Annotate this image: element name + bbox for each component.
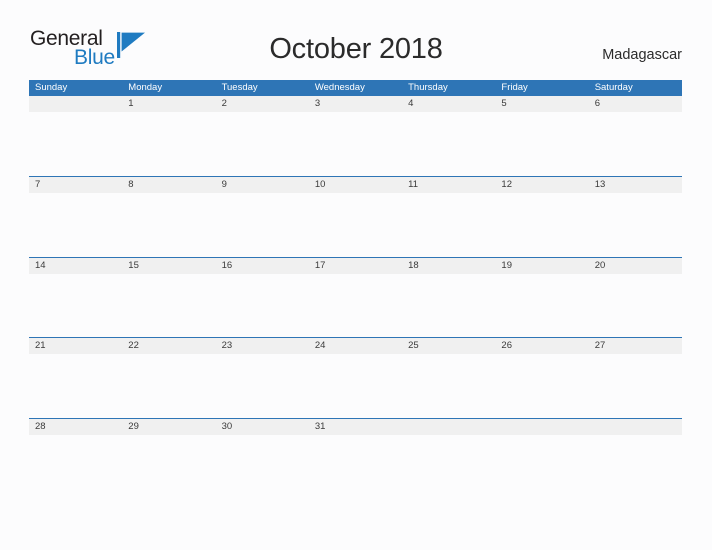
day-number: 20 <box>594 259 606 271</box>
day-number: 31 <box>314 421 326 433</box>
calendar-week-row: 7 8 9 10 11 12 13 <box>29 175 682 257</box>
day-number: 8 <box>128 178 134 190</box>
calendar-day-cell[interactable]: 10 <box>308 175 403 257</box>
day-number: 4 <box>408 98 414 109</box>
country-label: Madagascar <box>602 47 682 63</box>
day-number: 2 <box>221 98 227 109</box>
weekday-header-wednesday: Wednesday <box>314 82 365 93</box>
day-number: 6 <box>594 98 600 109</box>
calendar-day-cell[interactable]: 11 <box>402 175 496 257</box>
day-number: 12 <box>501 178 512 190</box>
day-number: 16 <box>221 259 233 271</box>
calendar-grid: Sunday Monday Tuesday Wednesday Thursday Frid… <box>29 80 682 499</box>
weekday-header-thursday: Thursday <box>408 82 448 93</box>
weekday-header-saturday: Saturday <box>594 82 633 93</box>
day-number: 14 <box>35 259 46 271</box>
day-number: 21 <box>35 340 46 352</box>
calendar-day-cell[interactable]: 7 <box>29 175 123 257</box>
weekday-header-row: Sunday Monday Tuesday Wednesday Thursday Frid… <box>29 80 682 95</box>
weekday-header-friday: Friday <box>501 82 528 93</box>
calendar-day-cell[interactable]: 25 <box>402 337 496 418</box>
page-header: General Blue October 2018 Madagascar <box>0 0 712 78</box>
day-number: 23 <box>221 340 233 352</box>
calendar-day-cell[interactable]: 6 <box>588 95 682 176</box>
day-number-band <box>588 96 682 112</box>
calendar-day-cell[interactable]: 23 <box>215 337 309 418</box>
day-number-band <box>215 176 309 193</box>
day-number: 17 <box>314 259 326 271</box>
calendar-week-row: 1 2 3 4 5 6 <box>29 95 682 176</box>
calendar-day-cell[interactable]: 29 <box>122 418 216 499</box>
calendar-day-cell[interactable]: 14 <box>29 256 123 338</box>
day-number: 13 <box>594 178 606 190</box>
day-number-band <box>29 96 123 112</box>
day-number-band <box>122 176 216 193</box>
day-number: 28 <box>35 421 46 433</box>
calendar-day-cell[interactable]: 1 <box>122 95 216 176</box>
day-number-band <box>122 96 216 112</box>
calendar-week-row: 28 29 30 31 <box>29 418 682 499</box>
calendar-day-cell[interactable]: 19 <box>495 256 589 338</box>
day-number-band <box>29 176 123 193</box>
day-number: 25 <box>408 340 419 352</box>
calendar-day-cell[interactable]: 3 <box>308 95 403 176</box>
calendar-day-cell[interactable]: 16 <box>215 256 309 338</box>
calendar-day-cell[interactable]: 28 <box>29 418 123 499</box>
day-number: 9 <box>221 178 227 190</box>
weekday-header-sunday: Sunday <box>35 82 68 93</box>
day-number: 19 <box>501 259 512 271</box>
day-number: 7 <box>35 178 41 190</box>
calendar-day-cell[interactable]: 13 <box>588 175 682 257</box>
day-number: 15 <box>128 259 139 271</box>
calendar-day-cell[interactable]: 24 <box>308 337 403 418</box>
day-number-band <box>308 96 403 112</box>
day-number-band <box>588 419 682 436</box>
day-number: 18 <box>408 259 419 271</box>
day-number-band <box>402 419 496 436</box>
calendar-week-row: 14 15 16 17 18 19 20 <box>29 256 682 338</box>
calendar-day-cell[interactable]: 21 <box>29 337 123 418</box>
day-number-band <box>495 419 589 436</box>
calendar-day-cell[interactable]: 4 <box>402 95 496 176</box>
day-number: 5 <box>501 98 507 109</box>
calendar-day-cell-empty[interactable] <box>588 418 682 499</box>
calendar-day-cell-empty[interactable] <box>402 418 496 499</box>
day-number: 29 <box>128 421 139 433</box>
weekday-header-monday: Monday <box>128 82 163 93</box>
day-number: 26 <box>501 340 512 352</box>
calendar-day-cell[interactable]: 20 <box>588 256 682 338</box>
day-number-band <box>215 96 309 112</box>
calendar-week-row: 21 22 23 24 25 26 27 <box>29 337 682 418</box>
calendar-day-cell[interactable]: 31 <box>308 418 403 499</box>
day-number: 22 <box>128 340 139 352</box>
calendar-day-cell[interactable]: 18 <box>402 256 496 338</box>
calendar-day-cell[interactable]: 8 <box>122 175 216 257</box>
calendar-day-cell[interactable]: 12 <box>495 175 589 257</box>
calendar-day-cell-empty[interactable] <box>495 418 589 499</box>
calendar-day-cell[interactable]: 2 <box>215 95 309 176</box>
calendar-day-cell[interactable]: 15 <box>122 256 216 338</box>
day-number: 11 <box>408 178 418 190</box>
calendar-day-cell[interactable]: 27 <box>588 337 682 418</box>
calendar-day-cell[interactable]: 17 <box>308 256 403 338</box>
day-number: 27 <box>594 340 606 352</box>
day-number: 3 <box>314 98 321 109</box>
day-number: 30 <box>221 421 233 433</box>
day-number-band <box>495 96 589 112</box>
calendar-day-cell-empty[interactable] <box>29 95 123 176</box>
weekday-header-tuesday: Tuesday <box>221 82 258 93</box>
day-number: 24 <box>314 340 326 352</box>
calendar-day-cell[interactable]: 22 <box>122 337 216 418</box>
calendar-day-cell[interactable]: 26 <box>495 337 589 418</box>
calendar-weeks: 1 2 3 4 5 6 7 8 9 10 11 12 13 14 15 16 17 18 19 20 21 22 23 24 2… <box>29 95 682 499</box>
day-number: 1 <box>128 98 134 109</box>
calendar-day-cell[interactable]: 9 <box>215 175 309 257</box>
day-number-band <box>402 96 496 112</box>
day-number: 10 <box>314 178 326 190</box>
calendar-day-cell[interactable]: 5 <box>495 95 589 176</box>
calendar-day-cell[interactable]: 30 <box>215 418 309 499</box>
